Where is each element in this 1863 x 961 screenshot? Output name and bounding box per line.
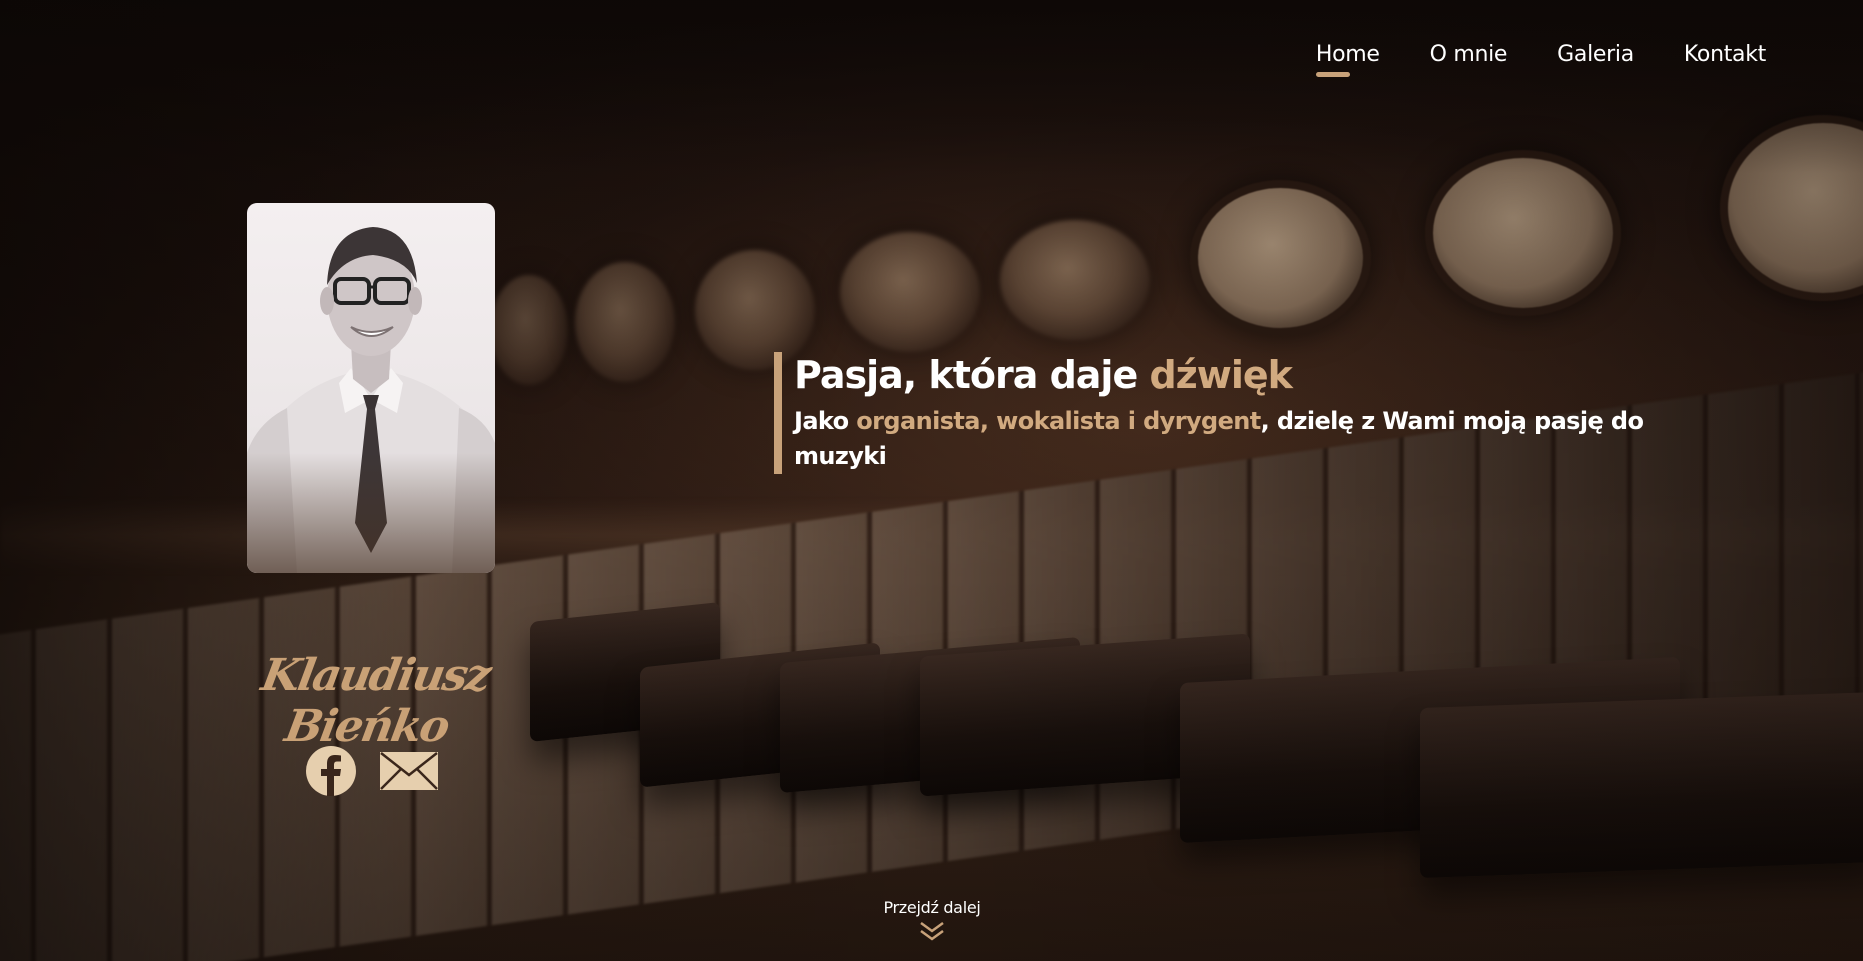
hero-section: Home O mnie Galeria Kontakt Klaudiusz Bi…: [0, 0, 1863, 961]
hero-subtitle: Jako organista, wokalista i dyrygent, dz…: [794, 404, 1654, 474]
nav-item-kontakt[interactable]: Kontakt: [1684, 42, 1766, 67]
main-nav: Home O mnie Galeria Kontakt: [1315, 42, 1766, 77]
double-chevron-down-icon: [920, 921, 944, 941]
nav-item-galeria[interactable]: Galeria: [1557, 42, 1634, 67]
mail-icon[interactable]: [379, 751, 439, 795]
headline-highlight: dźwięk: [1149, 353, 1292, 397]
scroll-down-button[interactable]: Przejdź dalej: [862, 898, 1002, 943]
hero-headline: Pasja, która daje dźwięk: [794, 346, 1654, 404]
facebook-icon[interactable]: [305, 745, 357, 801]
hero-headline-block: Pasja, która daje dźwięk Jako organista,…: [774, 352, 1654, 474]
portrait-photo: [247, 203, 495, 573]
subtitle-highlight: organista, wokalista i dyrygent: [856, 407, 1261, 435]
nav-item-home[interactable]: Home: [1315, 42, 1380, 77]
scroll-label: Przejdź dalej: [883, 898, 981, 917]
headline-text: Pasja, która daje: [794, 353, 1150, 397]
social-links: [305, 745, 439, 801]
nav-item-o-mnie[interactable]: O mnie: [1430, 42, 1508, 67]
subtitle-start: Jako: [794, 407, 857, 435]
signature-name: Klaudiusz Bieńko: [257, 650, 494, 752]
